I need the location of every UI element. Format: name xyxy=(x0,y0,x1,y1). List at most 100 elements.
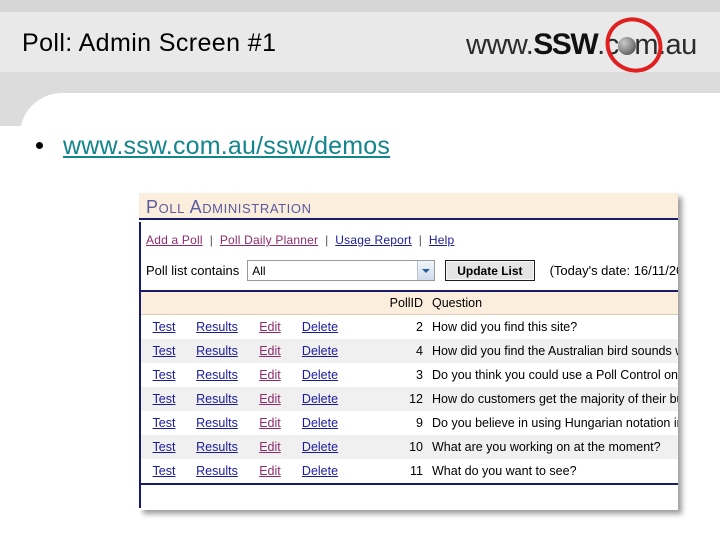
row-actions: Test Results Edit Delete xyxy=(139,464,363,478)
nav-separator: | xyxy=(209,233,213,247)
embedded-screenshot: Poll Administration Add a Poll | Poll Dail… xyxy=(139,193,678,510)
table-header-row: PollID Question xyxy=(139,292,678,315)
row-action-delete[interactable]: Delete xyxy=(292,320,348,334)
row-action-results[interactable]: Results xyxy=(186,464,248,478)
nav-link-help[interactable]: Help xyxy=(429,233,454,247)
row-actions-cell: Test Results Edit Delete xyxy=(139,459,363,483)
row-action-results[interactable]: Results xyxy=(186,320,248,334)
header-pollid: PollID xyxy=(363,292,428,315)
row-pollid: 4 xyxy=(363,339,428,363)
row-question: How did you find the Australian bird sou… xyxy=(428,339,678,363)
row-pollid: 11 xyxy=(363,459,428,483)
poll-filter-select[interactable]: All xyxy=(247,260,436,281)
row-actions-cell: Test Results Edit Delete xyxy=(139,411,363,435)
row-question: Do you think you could use a Poll Contro… xyxy=(428,363,678,387)
table-bottom-rule xyxy=(139,483,678,485)
row-action-delete[interactable]: Delete xyxy=(292,392,348,406)
row-action-test[interactable]: Test xyxy=(142,464,186,478)
poll-filter-row: Poll list contains All Update List (Toda… xyxy=(139,248,678,292)
row-actions: Test Results Edit Delete xyxy=(139,368,363,382)
row-action-delete[interactable]: Delete xyxy=(292,440,348,454)
poll-filter-select-value: All xyxy=(252,263,266,278)
row-action-results[interactable]: Results xyxy=(186,416,248,430)
row-action-edit[interactable]: Edit xyxy=(248,344,292,358)
slide: Poll: Admin Screen #1 www.SSW.com.au www… xyxy=(0,0,720,540)
nav-link-add-a-poll[interactable]: Add a Poll xyxy=(146,233,203,247)
row-action-results[interactable]: Results xyxy=(186,440,248,454)
ssw-logo: www.SSW.com.au xyxy=(466,6,706,84)
row-pollid: 10 xyxy=(363,435,428,459)
table-row: Test Results Edit Delete 11 What do you want … xyxy=(139,459,678,483)
row-actions: Test Results Edit Delete xyxy=(139,440,363,454)
row-pollid: 3 xyxy=(363,363,428,387)
update-list-button[interactable]: Update List xyxy=(445,260,535,281)
logo-prefix: www. xyxy=(466,29,534,61)
row-actions-cell: Test Results Edit Delete xyxy=(139,339,363,363)
nav-link-usage-report[interactable]: Usage Report xyxy=(335,233,411,247)
table-row: Test Results Edit Delete 12 How do customers … xyxy=(139,387,678,411)
row-actions-cell: Test Results Edit Delete xyxy=(139,363,363,387)
row-action-edit[interactable]: Edit xyxy=(248,320,292,334)
row-action-edit[interactable]: Edit xyxy=(248,464,292,478)
ssw-globe-icon xyxy=(618,37,636,55)
table-row: Test Results Edit Delete 10 What are you work… xyxy=(139,435,678,459)
row-action-delete[interactable]: Delete xyxy=(292,464,348,478)
table-row: Test Results Edit Delete 2 How did you find t… xyxy=(139,314,678,339)
row-pollid: 12 xyxy=(363,387,428,411)
row-action-results[interactable]: Results xyxy=(186,368,248,382)
poll-list-table: PollID Question Test Results Edit Delete 2 Ho… xyxy=(139,292,678,483)
nav-separator: | xyxy=(418,233,422,247)
demos-link[interactable]: www.ssw.com.au/ssw/demos xyxy=(63,130,390,162)
row-pollid: 9 xyxy=(363,411,428,435)
row-question: How did you find this site? xyxy=(428,314,678,339)
row-action-test[interactable]: Test xyxy=(142,344,186,358)
logo-brand: SSW xyxy=(533,28,598,61)
todays-date-text: (Today's date: 16/11/2005 ) xyxy=(549,263,678,278)
page-left-rule xyxy=(139,222,141,508)
bullet-item: www.ssw.com.au/ssw/demos xyxy=(36,130,390,162)
row-action-delete[interactable]: Delete xyxy=(292,344,348,358)
row-action-test[interactable]: Test xyxy=(142,392,186,406)
nav-link-poll-daily-planner[interactable]: Poll Daily Planner xyxy=(220,233,318,247)
table-row: Test Results Edit Delete 9 Do you believe in … xyxy=(139,411,678,435)
poll-admin-page: Poll Administration Add a Poll | Poll Dail… xyxy=(139,193,678,510)
row-action-test[interactable]: Test xyxy=(142,440,186,454)
row-action-delete[interactable]: Delete xyxy=(292,416,348,430)
row-actions: Test Results Edit Delete xyxy=(139,320,363,334)
poll-filter-label: Poll list contains xyxy=(146,263,240,278)
row-action-edit[interactable]: Edit xyxy=(248,368,292,382)
row-actions: Test Results Edit Delete xyxy=(139,344,363,358)
bullet-dot-icon xyxy=(36,142,43,149)
chevron-down-icon[interactable] xyxy=(417,261,435,280)
row-actions: Test Results Edit Delete xyxy=(139,392,363,406)
row-question: Do you believe in using Hungarian notati… xyxy=(428,411,678,435)
row-question: What do you want to see? xyxy=(428,459,678,483)
page-title: Poll: Admin Screen #1 xyxy=(22,29,277,57)
poll-admin-nav: Add a Poll | Poll Daily Planner | Usage Repo… xyxy=(139,220,678,248)
row-actions-cell: Test Results Edit Delete xyxy=(139,435,363,459)
row-actions: Test Results Edit Delete xyxy=(139,416,363,430)
row-action-edit[interactable]: Edit xyxy=(248,392,292,406)
row-question: What are you working on at the moment? xyxy=(428,435,678,459)
row-actions-cell: Test Results Edit Delete xyxy=(139,314,363,339)
row-action-edit[interactable]: Edit xyxy=(248,440,292,454)
row-action-test[interactable]: Test xyxy=(142,416,186,430)
row-action-results[interactable]: Results xyxy=(186,344,248,358)
nav-separator: | xyxy=(325,233,329,247)
row-action-delete[interactable]: Delete xyxy=(292,368,348,382)
row-action-test[interactable]: Test xyxy=(142,320,186,334)
table-row: Test Results Edit Delete 3 Do you think you c… xyxy=(139,363,678,387)
poll-admin-header: Poll Administration xyxy=(139,193,678,220)
table-row: Test Results Edit Delete 4 How did you find t… xyxy=(139,339,678,363)
row-actions-cell: Test Results Edit Delete xyxy=(139,387,363,411)
header-top-strip xyxy=(0,0,720,12)
row-question: How do customers get the majority of the… xyxy=(428,387,678,411)
poll-admin-title: Poll Administration xyxy=(146,197,312,217)
logo-dot: . xyxy=(597,29,605,61)
row-action-test[interactable]: Test xyxy=(142,368,186,382)
header-question: Question xyxy=(428,292,678,315)
row-action-edit[interactable]: Edit xyxy=(248,416,292,430)
row-action-results[interactable]: Results xyxy=(186,392,248,406)
header-actions xyxy=(139,292,363,315)
row-pollid: 2 xyxy=(363,314,428,339)
